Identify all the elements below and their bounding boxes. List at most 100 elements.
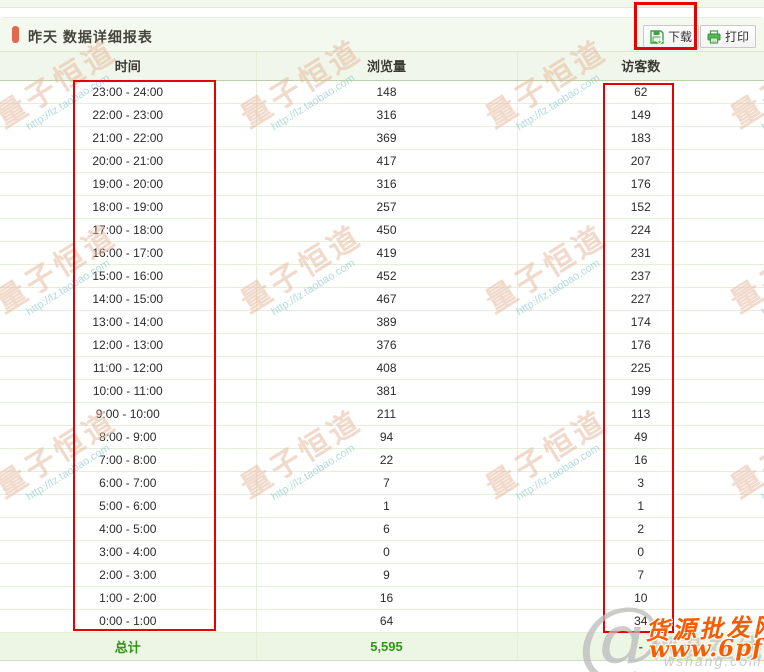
visitors-cell: 0 [517, 540, 764, 563]
download-button-label: 下载 [668, 28, 692, 45]
views-cell: 408 [256, 356, 517, 379]
table-row: 1:00 - 2:001610 [0, 586, 764, 609]
time-cell: 9:00 - 10:00 [0, 402, 256, 425]
views-cell: 316 [256, 172, 517, 195]
time-cell: 4:00 - 5:00 [0, 517, 256, 540]
views-cell: 22 [256, 448, 517, 471]
views-cell: 9 [256, 563, 517, 586]
table-row: 12:00 - 13:00376176 [0, 333, 764, 356]
time-cell: 16:00 - 17:00 [0, 241, 256, 264]
views-cell: 64 [256, 609, 517, 632]
views-cell: 211 [256, 402, 517, 425]
page-title: 昨天 数据详细报表 [28, 27, 153, 47]
visitors-cell: 207 [517, 149, 764, 172]
table-row: 14:00 - 15:00467227 [0, 287, 764, 310]
visitors-cell: 34 [517, 609, 764, 632]
visitors-cell: 176 [517, 172, 764, 195]
visitors-cell: 183 [517, 126, 764, 149]
report-table: 时间 浏览量 访客数 23:00 - 24:001486222:00 - 23:… [0, 52, 764, 661]
visitors-cell: 149 [517, 103, 764, 126]
time-cell: 7:00 - 8:00 [0, 448, 256, 471]
panel-header: 昨天 数据详细报表 下载 [0, 17, 764, 52]
time-cell: 23:00 - 24:00 [0, 80, 256, 103]
time-cell: 1:00 - 2:00 [0, 586, 256, 609]
table-row: 3:00 - 4:0000 [0, 540, 764, 563]
views-cell: 417 [256, 149, 517, 172]
time-cell: 22:00 - 23:00 [0, 103, 256, 126]
table-row: 11:00 - 12:00408225 [0, 356, 764, 379]
views-cell: 450 [256, 218, 517, 241]
table-body: 23:00 - 24:001486222:00 - 23:0031614921:… [0, 80, 764, 632]
time-cell: 15:00 - 16:00 [0, 264, 256, 287]
table-row: 23:00 - 24:0014862 [0, 80, 764, 103]
table-row: 0:00 - 1:006434 [0, 609, 764, 632]
views-cell: 1 [256, 494, 517, 517]
views-cell: 94 [256, 425, 517, 448]
column-header-visitors: 访客数 [517, 52, 764, 80]
print-button[interactable]: 打印 [700, 25, 756, 48]
time-cell: 5:00 - 6:00 [0, 494, 256, 517]
column-header-time: 时间 [0, 52, 256, 80]
time-cell: 3:00 - 4:00 [0, 540, 256, 563]
report-page: 昨天 数据详细报表 下载 [0, 0, 764, 672]
time-cell: 18:00 - 19:00 [0, 195, 256, 218]
table-row: 16:00 - 17:00419231 [0, 241, 764, 264]
table-header: 时间 浏览量 访客数 [0, 52, 764, 80]
table-row: 8:00 - 9:009449 [0, 425, 764, 448]
table-row: 7:00 - 8:002216 [0, 448, 764, 471]
column-header-pageviews: 浏览量 [256, 52, 517, 80]
time-cell: 12:00 - 13:00 [0, 333, 256, 356]
visitors-cell: 3 [517, 471, 764, 494]
time-cell: 21:00 - 22:00 [0, 126, 256, 149]
printer-icon [707, 30, 721, 44]
time-cell: 19:00 - 20:00 [0, 172, 256, 195]
views-cell: 7 [256, 471, 517, 494]
table-row: 15:00 - 16:00452237 [0, 264, 764, 287]
table-total-row: 总计 5,595 - [0, 632, 764, 660]
views-cell: 316 [256, 103, 517, 126]
views-cell: 376 [256, 333, 517, 356]
views-cell: 16 [256, 586, 517, 609]
time-cell: 8:00 - 9:00 [0, 425, 256, 448]
visitors-cell: 199 [517, 379, 764, 402]
visitors-cell: 16 [517, 448, 764, 471]
table-row: 5:00 - 6:0011 [0, 494, 764, 517]
views-cell: 381 [256, 379, 517, 402]
table-row: 19:00 - 20:00316176 [0, 172, 764, 195]
views-cell: 467 [256, 287, 517, 310]
table-row: 6:00 - 7:0073 [0, 471, 764, 494]
visitors-cell: 176 [517, 333, 764, 356]
time-cell: 20:00 - 21:00 [0, 149, 256, 172]
table-row: 22:00 - 23:00316149 [0, 103, 764, 126]
views-cell: 6 [256, 517, 517, 540]
time-cell: 17:00 - 18:00 [0, 218, 256, 241]
time-cell: 14:00 - 15:00 [0, 287, 256, 310]
visitors-cell: 62 [517, 80, 764, 103]
time-cell: 0:00 - 1:00 [0, 609, 256, 632]
visitors-cell: 227 [517, 287, 764, 310]
table-row: 20:00 - 21:00417207 [0, 149, 764, 172]
visitors-cell: 225 [517, 356, 764, 379]
table-row: 21:00 - 22:00369183 [0, 126, 764, 149]
views-cell: 148 [256, 80, 517, 103]
visitors-cell: 174 [517, 310, 764, 333]
views-cell: 419 [256, 241, 517, 264]
visitors-cell: 231 [517, 241, 764, 264]
visitors-cell: 224 [517, 218, 764, 241]
save-disk-icon [650, 30, 664, 44]
visitors-cell: 2 [517, 517, 764, 540]
visitors-cell: 49 [517, 425, 764, 448]
visitors-cell: 1 [517, 494, 764, 517]
views-cell: 369 [256, 126, 517, 149]
visitors-cell: 237 [517, 264, 764, 287]
section-bullet-icon [12, 26, 19, 43]
total-visitors-cell: - [517, 632, 764, 660]
views-cell: 452 [256, 264, 517, 287]
time-cell: 10:00 - 11:00 [0, 379, 256, 402]
table-row: 18:00 - 19:00257152 [0, 195, 764, 218]
visitors-cell: 152 [517, 195, 764, 218]
views-cell: 0 [256, 540, 517, 563]
download-button[interactable]: 下载 [643, 25, 699, 48]
table-row: 17:00 - 18:00450224 [0, 218, 764, 241]
views-cell: 389 [256, 310, 517, 333]
